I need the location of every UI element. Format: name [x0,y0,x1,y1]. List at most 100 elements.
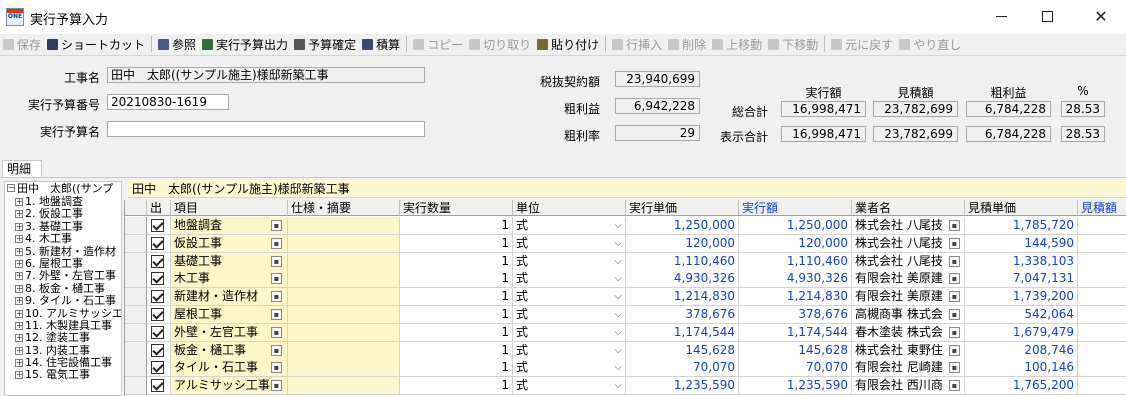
amount-cell[interactable]: 4,930,326 [739,270,852,289]
collapse-icon[interactable]: − [7,184,15,192]
output-checkbox[interactable] [147,270,171,289]
vendor-lookup-icon[interactable]: ▪ [949,291,960,303]
expand-icon[interactable]: + [15,259,23,268]
spec-cell[interactable] [288,252,400,271]
chevron-down-icon[interactable]: ⌵ [614,217,622,234]
checkbox-checked-icon[interactable] [151,379,164,393]
toolbar-output-button[interactable]: 実行予算出力 [199,35,291,53]
est-amount-cell[interactable] [1078,341,1126,360]
header-spec[interactable]: 仕様・摘要 [288,200,400,216]
amount-cell[interactable]: 120,000 [739,234,852,253]
est-price-cell[interactable]: 1,765,200 [965,377,1078,396]
table-row[interactable]: 屋根工事 ▪ 1 式 ⌵ 378,676 378,676 高槻商事 株式会 ▪ 542,064 [125,306,1126,324]
unit-price-cell[interactable]: 1,174,544 [626,323,739,342]
output-checkbox[interactable] [147,377,171,396]
maximize-button[interactable] [1024,0,1070,32]
spec-cell[interactable] [288,288,400,307]
qty-cell[interactable]: 1 [400,217,513,235]
checkbox-checked-icon[interactable] [151,343,164,357]
header-vendor[interactable]: 業者名 [852,200,965,216]
item-cell[interactable]: 木工事 ▪ [171,270,288,289]
qty-cell[interactable]: 1 [400,323,513,342]
checkbox-checked-icon[interactable] [151,236,164,250]
item-lookup-icon[interactable]: ▪ [271,273,282,285]
est-price-cell[interactable]: 144,590 [965,234,1078,253]
amount-cell[interactable]: 1,250,000 [739,217,852,235]
close-button[interactable]: ✕ [1078,0,1124,32]
item-lookup-icon[interactable]: ▪ [271,255,282,267]
item-cell[interactable]: タイル・石工事 ▪ [171,359,288,378]
header-est-amount[interactable]: 見積額 [1078,200,1126,216]
expand-icon[interactable]: + [15,235,23,244]
item-cell[interactable]: 外壁・左官工事 ▪ [171,323,288,342]
table-row[interactable]: タイル・石工事 ▪ 1 式 ⌵ 70,070 70,070 有限会社 尼崎建 ▪ 100,146 [125,359,1126,378]
est-amount-cell[interactable] [1078,234,1126,253]
vendor-lookup-icon[interactable]: ▪ [949,220,960,231]
unit-cell[interactable]: 式 ⌵ [513,359,626,378]
table-row[interactable]: 仮設工事 ▪ 1 式 ⌵ 120,000 120,000 株式会社 八尾技 ▪ 144,590 [125,234,1126,253]
unit-cell[interactable]: 式 ⌵ [513,288,626,307]
vendor-cell[interactable]: 春木塗装 株式会 ▪ [852,323,965,342]
est-price-cell[interactable]: 542,064 [965,306,1078,324]
checkbox-checked-icon[interactable] [151,290,164,304]
item-lookup-icon[interactable]: ▪ [271,291,282,303]
expand-icon[interactable]: + [15,297,23,306]
header-out[interactable]: 出 [147,200,171,216]
unit-cell[interactable]: 式 ⌵ [513,217,626,235]
spec-cell[interactable] [288,359,400,378]
vendor-lookup-icon[interactable]: ▪ [949,309,960,320]
output-checkbox[interactable] [147,252,171,271]
vendor-lookup-icon[interactable]: ▪ [949,326,960,338]
toolbar-move-up-button[interactable]: 上移動 [709,35,765,53]
item-cell[interactable]: 基礎工事 ▪ [171,252,288,271]
toolbar-save-button[interactable]: 保存 [0,35,44,53]
item-cell[interactable]: 地盤調査 ▪ [171,217,288,235]
item-cell[interactable]: 板金・樋工事 ▪ [171,341,288,360]
project-name-field[interactable]: 田中 太郎((サンプル施主)様邸新築工事 [107,67,425,83]
item-lookup-icon[interactable]: ▪ [271,237,282,249]
spec-cell[interactable] [288,377,400,396]
est-amount-cell[interactable] [1078,306,1126,324]
amount-cell[interactable]: 378,676 [739,306,852,324]
header-item[interactable]: 項目 [171,200,288,216]
spec-cell[interactable] [288,217,400,235]
chevron-down-icon[interactable]: ⌵ [614,324,622,341]
output-checkbox[interactable] [147,341,171,360]
toolbar-delete-button[interactable]: 削除 [665,35,709,53]
item-lookup-icon[interactable]: ▪ [271,220,282,231]
output-checkbox[interactable] [147,306,171,324]
toolbar-cut-button[interactable]: 切り取り [466,35,534,53]
qty-cell[interactable]: 1 [400,306,513,324]
table-row[interactable]: 基礎工事 ▪ 1 式 ⌵ 1,110,460 1,110,460 株式会社 八尾技 ▪ 1,338… [125,252,1126,271]
amount-cell[interactable]: 1,214,830 [739,288,852,307]
tree-root[interactable]: − 田中 太郎((サンプ [5,182,121,196]
chevron-down-icon[interactable]: ⌵ [614,342,622,359]
unit-cell[interactable]: 式 ⌵ [513,234,626,253]
item-lookup-icon[interactable]: ▪ [271,326,282,338]
qty-cell[interactable]: 1 [400,359,513,378]
vendor-cell[interactable]: 有限会社 美原建 ▪ [852,288,965,307]
toolbar-insert-row-button[interactable]: 行挿入 [609,35,665,53]
item-lookup-icon[interactable]: ▪ [271,380,282,392]
category-tree[interactable]: − 田中 太郎((サンプ +1. 地盤調査 +2. 仮設工事 +3. 基礎工事 +4. 木… [4,181,122,396]
vendor-cell[interactable]: 高槻商事 株式会 ▪ [852,306,965,324]
checkbox-checked-icon[interactable] [151,254,164,268]
qty-cell[interactable]: 1 [400,377,513,396]
expand-icon[interactable]: + [15,247,23,256]
chevron-down-icon[interactable]: ⌵ [614,270,622,287]
unit-price-cell[interactable]: 1,214,830 [626,288,739,307]
est-price-cell[interactable]: 7,047,131 [965,270,1078,289]
qty-cell[interactable]: 1 [400,252,513,271]
vendor-cell[interactable]: 株式会社 八尾技 ▪ [852,217,965,235]
output-checkbox[interactable] [147,288,171,307]
header-row-stub[interactable] [125,200,147,216]
unit-price-cell[interactable]: 120,000 [626,234,739,253]
unit-cell[interactable]: 式 ⌵ [513,252,626,271]
expand-icon[interactable]: + [15,198,23,206]
output-checkbox[interactable] [147,234,171,253]
toolbar-copy-button[interactable]: コピー [410,35,466,53]
expand-icon[interactable]: + [15,346,23,355]
output-checkbox[interactable] [147,359,171,378]
spec-cell[interactable] [288,234,400,253]
header-qty[interactable]: 実行数量 [400,200,513,216]
